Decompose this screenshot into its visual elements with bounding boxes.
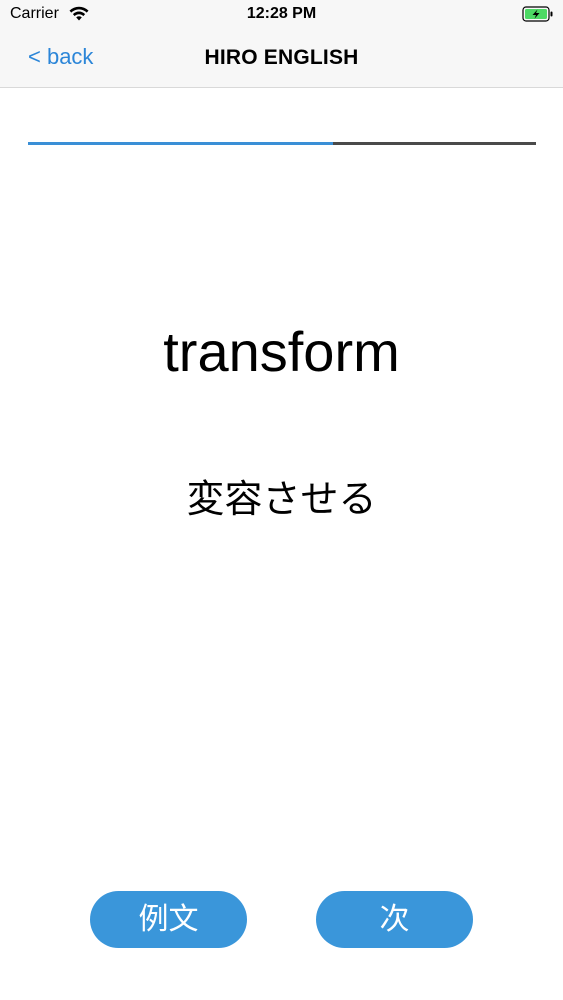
word-text: transform <box>163 320 400 383</box>
progress-fill <box>28 142 333 145</box>
navigation-bar: < back HIRO ENGLISH <box>0 28 563 88</box>
battery-charging-icon <box>522 6 553 22</box>
progress-bar <box>28 142 536 145</box>
meaning-text: 変容させる <box>186 479 377 521</box>
page-title: HIRO ENGLISH <box>204 46 359 69</box>
example-sentence-button[interactable]: 例文 <box>90 891 247 948</box>
next-button[interactable]: 次 <box>316 891 473 948</box>
status-time: 12:28 PM <box>246 5 317 22</box>
status-bar: Carrier 12:28 PM <box>0 0 563 28</box>
